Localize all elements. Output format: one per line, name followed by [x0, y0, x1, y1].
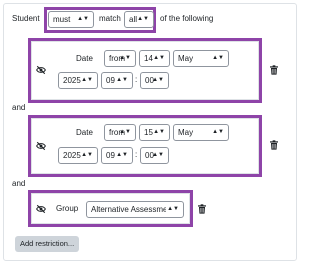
caret-updown-icon: ▲▼ [119, 129, 131, 135]
restriction-2-hour-select[interactable]: 09 ▲▼ [101, 147, 133, 164]
restriction-1-year-value: 2025 [63, 76, 81, 85]
caret-updown-icon: ▲▼ [137, 16, 149, 22]
restriction-2-direction-select[interactable]: from ▲▼ [104, 124, 136, 141]
caret-updown-icon: ▲▼ [153, 129, 165, 135]
must-select[interactable]: must ▲▼ [48, 11, 94, 28]
caret-updown-icon: ▲▼ [81, 77, 93, 83]
restriction-1-type-label: Date [76, 54, 93, 63]
restriction-2-year-select[interactable]: 2025 ▲▼ [58, 147, 98, 164]
restriction-1-hour-select[interactable]: 09 ▲▼ [101, 72, 133, 89]
restriction-2-type-label: Date [76, 128, 93, 137]
caret-updown-icon: ▲▼ [212, 55, 224, 61]
caret-updown-icon: ▲▼ [152, 77, 164, 83]
caret-updown-icon: ▲▼ [116, 77, 128, 83]
and-connector: and [12, 103, 26, 112]
caret-updown-icon: ▲▼ [119, 55, 131, 61]
time-separator: : [135, 150, 138, 159]
restriction-1-day-value: 14 [144, 54, 153, 63]
caret-updown-icon: ▲▼ [116, 152, 128, 158]
eye-slash-icon[interactable] [36, 65, 46, 75]
trash-icon[interactable] [198, 204, 206, 214]
restriction-2-hour-value: 09 [106, 151, 115, 160]
restriction-3-type-label: Group [56, 204, 79, 213]
restriction-2-month-value: May [178, 128, 194, 137]
restriction-3-group-select[interactable]: Alternative Assessment ▲▼ [86, 201, 184, 218]
restriction-1-month-select[interactable]: May ▲▼ [173, 50, 229, 67]
restriction-1-year-select[interactable]: 2025 ▲▼ [58, 72, 98, 89]
trash-icon[interactable] [270, 140, 278, 150]
must-select-value: must [53, 15, 71, 24]
caret-updown-icon: ▲▼ [153, 55, 165, 61]
time-separator: : [135, 75, 138, 84]
restriction-1-direction-select[interactable]: from ▲▼ [104, 50, 136, 67]
match-label: match [99, 14, 121, 23]
restriction-2-day-select[interactable]: 15 ▲▼ [139, 124, 170, 141]
add-restriction-button[interactable]: Add restriction... [15, 236, 80, 252]
of-the-following-label: of the following [160, 14, 214, 23]
restriction-3-group-value: Alternative Assessment [91, 205, 175, 214]
restriction-2-month-select[interactable]: May ▲▼ [173, 124, 229, 141]
student-label: Student [12, 14, 40, 23]
caret-updown-icon: ▲▼ [166, 202, 179, 217]
all-select-value: all [129, 15, 138, 24]
restriction-1-day-select[interactable]: 14 ▲▼ [139, 50, 170, 67]
caret-updown-icon: ▲▼ [152, 152, 164, 158]
restriction-2-year-value: 2025 [63, 151, 81, 160]
caret-updown-icon: ▲▼ [212, 129, 224, 135]
caret-updown-icon: ▲▼ [81, 152, 93, 158]
all-select[interactable]: all ▲▼ [124, 11, 154, 28]
restriction-2-minute-select[interactable]: 00 ▲▼ [140, 147, 169, 164]
trash-icon[interactable] [270, 65, 278, 75]
caret-updown-icon: ▲▼ [77, 16, 89, 22]
eye-slash-icon[interactable] [36, 204, 46, 214]
eye-slash-icon[interactable] [36, 141, 46, 151]
restriction-2-day-value: 15 [144, 128, 153, 137]
restriction-1-minute-select[interactable]: 00 ▲▼ [140, 72, 169, 89]
restriction-1-month-value: May [178, 54, 194, 63]
restriction-1-hour-value: 09 [106, 76, 115, 85]
and-connector: and [12, 179, 26, 188]
